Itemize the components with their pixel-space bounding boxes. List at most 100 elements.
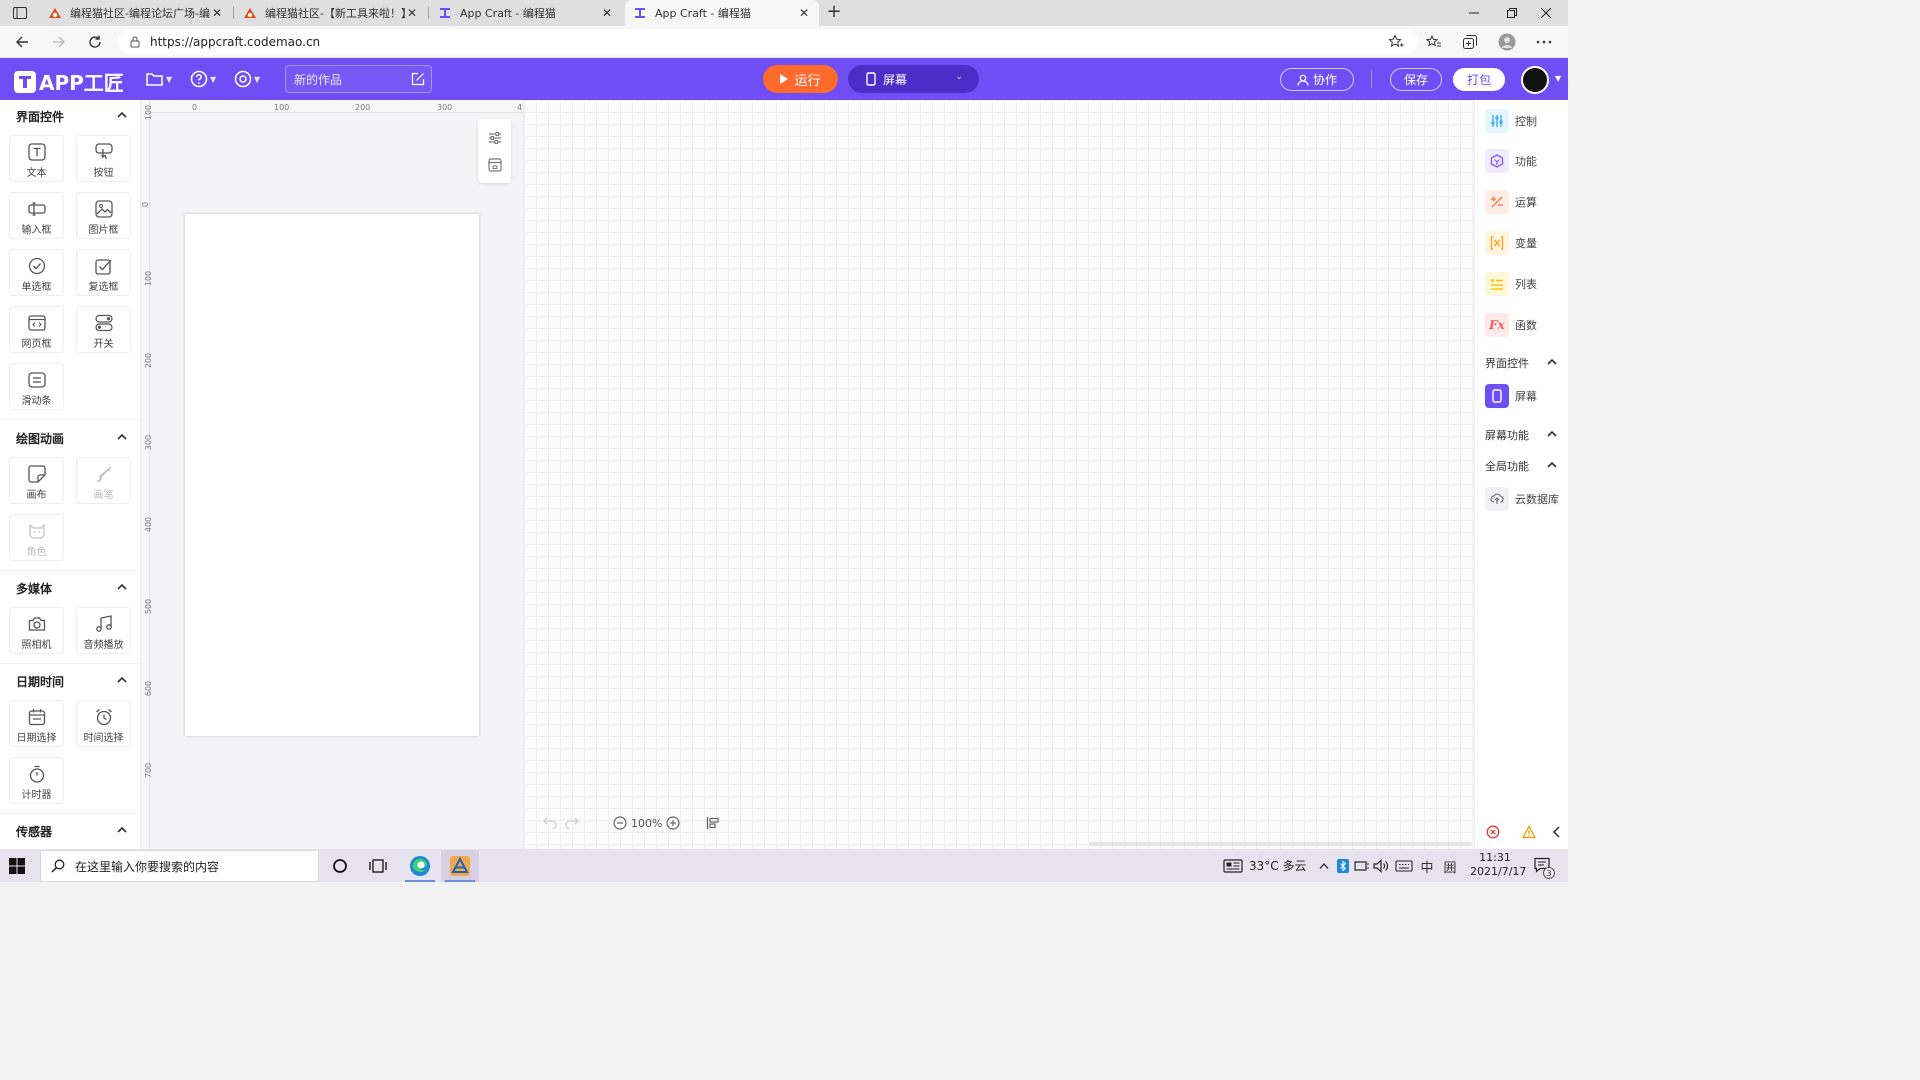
warning-indicator-button[interactable] bbox=[1521, 824, 1537, 840]
profile-button[interactable] bbox=[1495, 30, 1519, 54]
widget-text[interactable]: 文本 bbox=[9, 135, 64, 182]
tap-button-icon bbox=[94, 142, 114, 162]
close-tab-icon[interactable]: ✕ bbox=[405, 6, 419, 20]
touch-keyboard-button[interactable] bbox=[1392, 854, 1416, 878]
ime-language-indicator[interactable]: 中 bbox=[1415, 854, 1439, 878]
undo-icon bbox=[543, 817, 557, 829]
tab-actions-menu-button[interactable] bbox=[6, 3, 34, 23]
screen-list-button[interactable] bbox=[486, 156, 503, 173]
widget-webview[interactable]: 网页框 bbox=[9, 306, 64, 353]
user-avatar[interactable] bbox=[1521, 66, 1549, 94]
refresh-button[interactable] bbox=[83, 30, 107, 54]
file-menu-button[interactable]: ▼ bbox=[146, 69, 172, 89]
edit-project-name-button[interactable] bbox=[411, 72, 425, 89]
run-button[interactable]: 运行 bbox=[763, 65, 838, 93]
category-function[interactable]: 功能 bbox=[1485, 149, 1537, 173]
chevron-up-icon[interactable] bbox=[1547, 357, 1557, 367]
chevron-down-icon: ▼ bbox=[210, 74, 217, 84]
chevron-down-icon[interactable]: ▼ bbox=[1555, 74, 1561, 83]
screen-item[interactable]: 屏幕 bbox=[1485, 384, 1537, 408]
forward-button[interactable] bbox=[47, 30, 71, 54]
category-operator[interactable]: 运算 bbox=[1485, 190, 1537, 214]
adjust-settings-button[interactable] bbox=[486, 129, 503, 146]
widget-button[interactable]: 按钮 bbox=[76, 135, 131, 182]
browser-tab[interactable]: App Craft - 编程猫 ✕ bbox=[430, 0, 622, 26]
horizontal-ruler: 0 100 200 300 4 bbox=[150, 100, 523, 113]
redo-button[interactable] bbox=[563, 814, 581, 832]
widget-checkbox[interactable]: 复选框 bbox=[76, 249, 131, 296]
browser-tab[interactable]: 编程猫社区-【新工具来啦！】AI ✕ bbox=[235, 0, 427, 26]
widget-image[interactable]: 图片框 bbox=[76, 192, 131, 239]
widget-brush[interactable]: 画笔 bbox=[76, 457, 131, 504]
chevron-up-icon[interactable] bbox=[117, 110, 127, 120]
zoom-in-button[interactable] bbox=[664, 814, 682, 832]
taskbar-search-input[interactable]: 在这里输入你要搜索的内容 bbox=[40, 850, 319, 882]
add-favorite-button[interactable] bbox=[1388, 34, 1404, 53]
settings-more-button[interactable] bbox=[1532, 30, 1556, 54]
help-menu-button[interactable]: ▼ bbox=[190, 69, 216, 89]
cloud-database-item[interactable]: 云数据库 bbox=[1485, 487, 1559, 511]
chevron-up-icon[interactable] bbox=[117, 675, 127, 685]
project-name-field[interactable]: 新的作品 bbox=[285, 65, 432, 93]
category-control[interactable]: 控制 bbox=[1485, 109, 1537, 133]
arrow-right-icon bbox=[53, 36, 65, 48]
taskbar-pinned-app[interactable] bbox=[441, 850, 479, 882]
align-blocks-button[interactable] bbox=[704, 814, 722, 832]
start-button[interactable] bbox=[8, 857, 26, 878]
block-category-panel: 控制 功能 运算 变量 列表 Fx 函数 界面控件 屏幕 屏幕功能 全局功能 云… bbox=[1474, 100, 1568, 849]
section-title-multimedia: 多媒体 bbox=[16, 582, 53, 596]
volume-tray-button[interactable] bbox=[1369, 854, 1393, 878]
close-tab-icon[interactable]: ✕ bbox=[600, 6, 614, 20]
package-button[interactable]: 打包 bbox=[1453, 68, 1505, 91]
category-variable[interactable]: 变量 bbox=[1485, 231, 1537, 255]
cortana-button[interactable] bbox=[328, 854, 352, 878]
address-bar[interactable]: https://appcraft.codemao.cn bbox=[118, 29, 1418, 55]
chevron-up-icon[interactable] bbox=[117, 825, 127, 835]
widget-slider[interactable]: 滑动条 bbox=[9, 363, 64, 410]
widget-timer[interactable]: 计时器 bbox=[9, 757, 64, 804]
horizontal-scrollbar[interactable] bbox=[1089, 842, 1472, 846]
ime-mode-indicator[interactable]: 囲 bbox=[1438, 854, 1462, 878]
back-button[interactable] bbox=[10, 30, 34, 54]
phone-screen-preview[interactable] bbox=[185, 214, 479, 736]
control-sliders-icon bbox=[1485, 109, 1509, 133]
widget-canvas[interactable]: 画布 bbox=[9, 457, 64, 504]
widget-date-picker[interactable]: 日期选择 bbox=[9, 700, 64, 747]
taskbar-edge-app[interactable] bbox=[401, 850, 439, 882]
chevron-up-icon[interactable] bbox=[117, 432, 127, 442]
favorites-button[interactable] bbox=[1422, 30, 1446, 54]
settings-menu-button[interactable]: ▼ bbox=[234, 69, 260, 89]
collaborate-button[interactable]: 协作 bbox=[1280, 68, 1354, 91]
browser-tab[interactable]: 编程猫社区-编程论坛广场-编程学 ✕ bbox=[40, 0, 232, 26]
widget-time-picker[interactable]: 时间选择 bbox=[76, 700, 131, 747]
block-workspace[interactable]: 100% bbox=[523, 100, 1474, 849]
chevron-up-icon[interactable] bbox=[1547, 429, 1557, 439]
new-tab-button[interactable]: + bbox=[824, 3, 844, 23]
category-functions-fx[interactable]: Fx 函数 bbox=[1485, 313, 1537, 337]
error-indicator-button[interactable] bbox=[1485, 824, 1501, 840]
close-tab-icon[interactable]: ✕ bbox=[210, 6, 224, 20]
category-list[interactable]: 列表 bbox=[1485, 272, 1537, 296]
widget-sprite[interactable]: 角色 bbox=[9, 514, 64, 561]
save-button[interactable]: 保存 bbox=[1390, 68, 1442, 91]
chevron-up-icon[interactable] bbox=[1547, 460, 1557, 470]
task-view-button[interactable] bbox=[366, 854, 390, 878]
app-logo[interactable]: APP工匠 bbox=[14, 67, 124, 96]
widget-radio[interactable]: 单选框 bbox=[9, 249, 64, 296]
widget-audio[interactable]: 音频播放 bbox=[76, 607, 131, 654]
browser-tab-active[interactable]: App Craft - 编程猫 ✕ bbox=[625, 0, 819, 26]
collections-button[interactable] bbox=[1458, 30, 1482, 54]
collapse-panel-button[interactable] bbox=[1549, 824, 1565, 840]
widget-switch[interactable]: 开关 bbox=[76, 306, 131, 353]
widget-input[interactable]: 输入框 bbox=[9, 192, 64, 239]
design-canvas-area[interactable]: 0 100 200 300 4 100 0 100 200 300 400 50… bbox=[141, 100, 523, 849]
undo-button[interactable] bbox=[541, 814, 559, 832]
zoom-out-button[interactable] bbox=[611, 814, 629, 832]
chevron-up-icon[interactable] bbox=[117, 582, 127, 592]
screen-selector[interactable]: 屏幕 ⌄ bbox=[848, 65, 979, 93]
taskbar-clock[interactable]: 11:31 2021/7/17 bbox=[1470, 851, 1526, 879]
close-tab-icon[interactable]: ✕ bbox=[797, 6, 811, 20]
widget-camera[interactable]: 照相机 bbox=[9, 607, 64, 654]
weather-widget[interactable]: 33°C 多云 bbox=[1223, 857, 1306, 874]
close-window-button[interactable] bbox=[1524, 0, 1568, 26]
